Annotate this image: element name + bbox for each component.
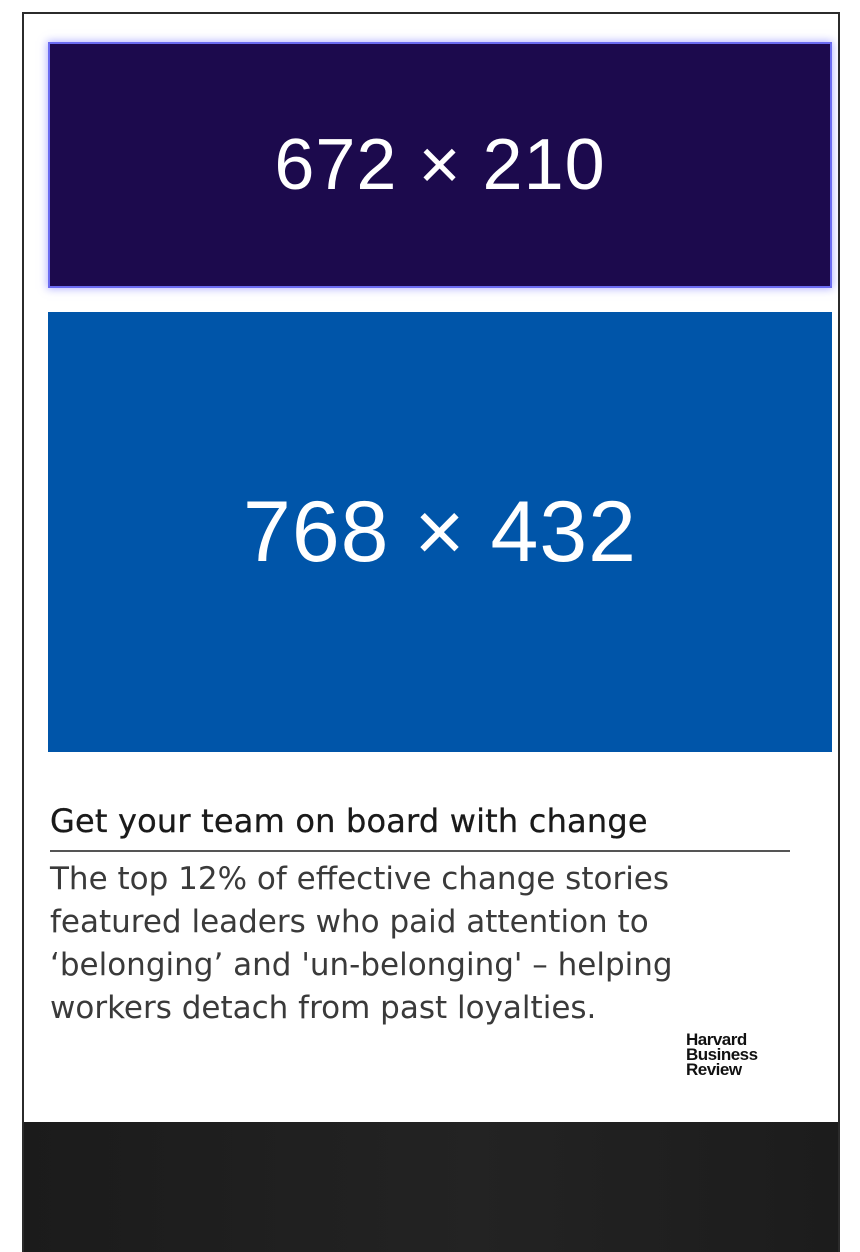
article-card[interactable]: Get your team on board with change The t…: [46, 762, 822, 1122]
bottom-dark-bar: [24, 1122, 838, 1252]
article-summary: The top 12% of effective change stories …: [50, 861, 673, 1026]
main-image-size-label: 768 × 432: [243, 483, 637, 580]
main-image-placeholder[interactable]: 768 × 432: [48, 312, 832, 752]
top-ad-placeholder[interactable]: 672 × 210: [50, 44, 830, 286]
top-ad-size-label: 672 × 210: [274, 125, 606, 205]
headline-divider: [50, 850, 790, 852]
hbr-logo: Harvard Business Review: [686, 1031, 786, 1079]
phone-frame: 672 × 210 768 × 432 Get your team on boa…: [22, 12, 840, 1252]
hbr-logo-line-3: Review: [686, 1060, 742, 1079]
article-headline[interactable]: Get your team on board with change: [50, 802, 648, 840]
